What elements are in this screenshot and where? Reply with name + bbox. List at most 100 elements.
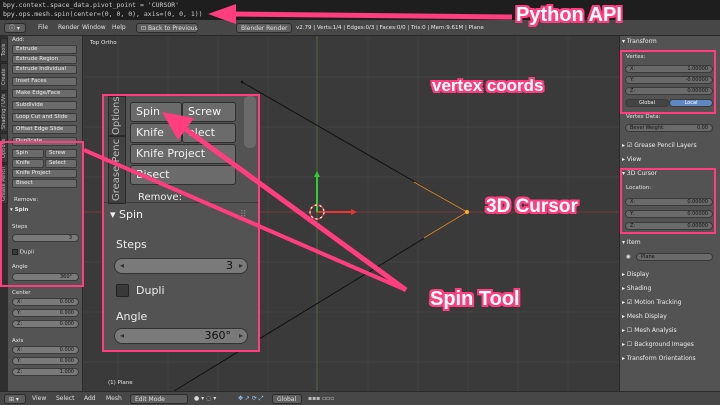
zoom-dupli-checkbox[interactable] [116, 284, 129, 297]
zoom-dupli-label: Dupli [136, 284, 165, 297]
loop-cut-button[interactable]: Loop Cut and Slide [12, 113, 77, 122]
center-z-field[interactable]: Z: 0.000 [12, 320, 79, 328]
transform-orientations-header[interactable]: ▸ Transform Orientations [622, 354, 718, 363]
offset-edge-slide-button[interactable]: Offset Edge Slide [12, 125, 77, 134]
zoom-bisect-button[interactable]: Bisect [130, 165, 236, 185]
add-label: Add: [12, 37, 25, 43]
zoom-steps-label: Steps [116, 238, 147, 251]
axis-x-value: 0.000 [59, 347, 74, 353]
vertex-coords-highlight-box [620, 50, 716, 114]
collapse-triangle-icon: ▾ [110, 208, 120, 221]
shading-buttons[interactable]: ● ▾ ◌ ▾ [194, 394, 216, 404]
manipulator-icons[interactable]: ✥ ↗ ⟳ ⤢ [238, 394, 264, 404]
grease-pencil-layers-label: Grease Pencil Layers [634, 142, 697, 149]
zoom-operator-header[interactable]: ▾ Spin [110, 208, 143, 221]
extrude-region-button[interactable]: Extrude Region [12, 55, 77, 64]
center-x-key: X: [17, 299, 23, 305]
layer-buttons[interactable]: ▪▪▪ ▫▫▫ [308, 394, 334, 404]
mesh-analysis-header[interactable]: ▸ ☐ Mesh Analysis [622, 326, 718, 335]
center-y-field[interactable]: Y: 0.000 [12, 309, 79, 317]
menu-mesh[interactable]: Mesh [106, 394, 122, 404]
motion-tracking-label: Motion Tracking [634, 299, 682, 306]
menu-file[interactable]: File [38, 23, 48, 33]
transform-header[interactable]: ▾ Transform [622, 37, 718, 46]
zoom-scrollbar[interactable] [244, 96, 256, 148]
vertex-data-label: Vertex Data: [626, 114, 661, 120]
increment-arrow-icon[interactable]: ▸ [239, 259, 243, 273]
tab-tools[interactable]: Tools [0, 38, 8, 62]
axis-x-key: X: [17, 347, 23, 353]
selected-edge-highlight [413, 181, 468, 213]
zoom-spin-button[interactable]: Spin [130, 102, 182, 122]
subdivide-button[interactable]: Subdivide [12, 101, 77, 110]
center-x-field[interactable]: X: 0.000 [12, 298, 79, 306]
menu-help[interactable]: Help [112, 23, 126, 33]
3d-cursor-annotation: 3D Cursor [486, 196, 578, 217]
item-label: Item [626, 239, 641, 246]
back-icon: ⊡ [141, 25, 148, 32]
zoom-knife-select-button[interactable]: elect [182, 123, 236, 143]
spin-tool-zoom: Options Grease Penc Spin Screw Knife ele… [102, 94, 260, 352]
background-images-header[interactable]: ▸ ☐ Background Images [622, 340, 718, 349]
display-header[interactable]: ▸ Display [622, 270, 718, 279]
console-line-1: bpy.context.space_data.pivot_point = 'CU… [3, 1, 180, 9]
gizmo-y-arrowhead [314, 171, 320, 177]
vertex-coords-label: vertex coords [432, 76, 544, 95]
shading-label: Shading [626, 285, 652, 292]
mode-select[interactable]: Edit Mode [130, 394, 188, 404]
center-z-value: 0.000 [59, 321, 74, 327]
decrement-arrow-icon[interactable]: ◂ [120, 329, 124, 343]
make-edge-face-button[interactable]: Make Edge/Face [12, 89, 77, 98]
zoom-screw-button[interactable]: Screw [182, 102, 236, 122]
spin-tool-label: Spin Tool [430, 288, 520, 310]
shading-header[interactable]: ▸ Shading [622, 284, 718, 293]
grease-pencil-layers-header[interactable]: ▸ ☑ Grease Pencil Layers [622, 141, 718, 150]
axis-z-field[interactable]: Z: 1.000 [12, 368, 79, 376]
axis-label: Axis [12, 338, 24, 344]
menu-render[interactable]: Render [58, 23, 79, 33]
item-header[interactable]: ▾ Item [622, 238, 718, 247]
axis-y-field[interactable]: Y: 0.000 [12, 357, 79, 365]
mesh-analysis-label: Mesh Analysis [634, 327, 677, 334]
vertex[interactable] [240, 80, 244, 84]
selected-vertex[interactable] [465, 210, 469, 214]
editor-type-button[interactable]: ⓘ ▾ [4, 23, 26, 33]
display-label: Display [626, 271, 650, 278]
orientation-select[interactable]: Global [272, 394, 302, 404]
zoom-knife-button[interactable]: Knife [130, 123, 182, 143]
render-engine-select[interactable]: Blender Render [236, 23, 292, 33]
zoom-tab-grease-pencil[interactable]: Grease Penc [108, 136, 126, 204]
view3d-editor-type-button[interactable]: ⊞ ▾ [4, 394, 26, 404]
item-name-value: Plane [641, 254, 655, 260]
motion-tracking-header[interactable]: ▸ ☑ Motion Tracking [622, 298, 718, 307]
extrude-button[interactable]: Extrude [12, 45, 77, 54]
menu-view[interactable]: View [32, 394, 46, 404]
center-y-key: Y: [17, 310, 22, 316]
menu-select[interactable]: Select [56, 394, 75, 404]
back-to-previous-button[interactable]: ⊡ Back to Previous [136, 23, 198, 33]
drag-handle-icon[interactable]: ⠿ [240, 210, 247, 220]
extrude-individual-button[interactable]: Extrude Individual [12, 65, 77, 74]
axis-x-field[interactable]: X: 0.000 [12, 346, 79, 354]
gizmo-x-arrowhead [351, 209, 357, 215]
item-name-field[interactable]: Plane [636, 253, 713, 261]
inset-faces-button[interactable]: Inset Faces [12, 77, 77, 86]
scene-stats: v2.79 | Verts:1/4 | Edges:0/3 | Faces:0/… [296, 25, 484, 31]
zoom-knife-project-button[interactable]: Knife Project [130, 144, 236, 164]
view-header[interactable]: ▸ View [622, 155, 718, 164]
bevel-weight-field[interactable]: Bevel Weight: 0.00 [625, 124, 713, 132]
mesh-display-header[interactable]: ▸ Mesh Display [622, 312, 718, 321]
zoom-tab-options[interactable]: Options [108, 96, 126, 136]
tab-shading-uvs[interactable]: Shading / UVs [0, 92, 8, 132]
tab-create[interactable]: Create [0, 63, 8, 91]
decrement-arrow-icon[interactable]: ◂ [120, 259, 124, 273]
center-label: Center [12, 290, 31, 296]
zoom-steps-field[interactable]: ◂ 3 ▸ [114, 258, 248, 274]
object-label: (1) Plane [108, 380, 133, 386]
zoom-angle-field[interactable]: ◂ 360° ▸ [114, 328, 248, 344]
viewport-header: ⊞ ▾ View Select Add Mesh Edit Mode ● ▾ ◌… [0, 391, 720, 405]
menu-add[interactable]: Add [84, 394, 96, 404]
menu-window[interactable]: Window [82, 23, 106, 33]
increment-arrow-icon[interactable]: ▸ [239, 329, 243, 343]
background-images-label: Background Images [634, 341, 694, 348]
